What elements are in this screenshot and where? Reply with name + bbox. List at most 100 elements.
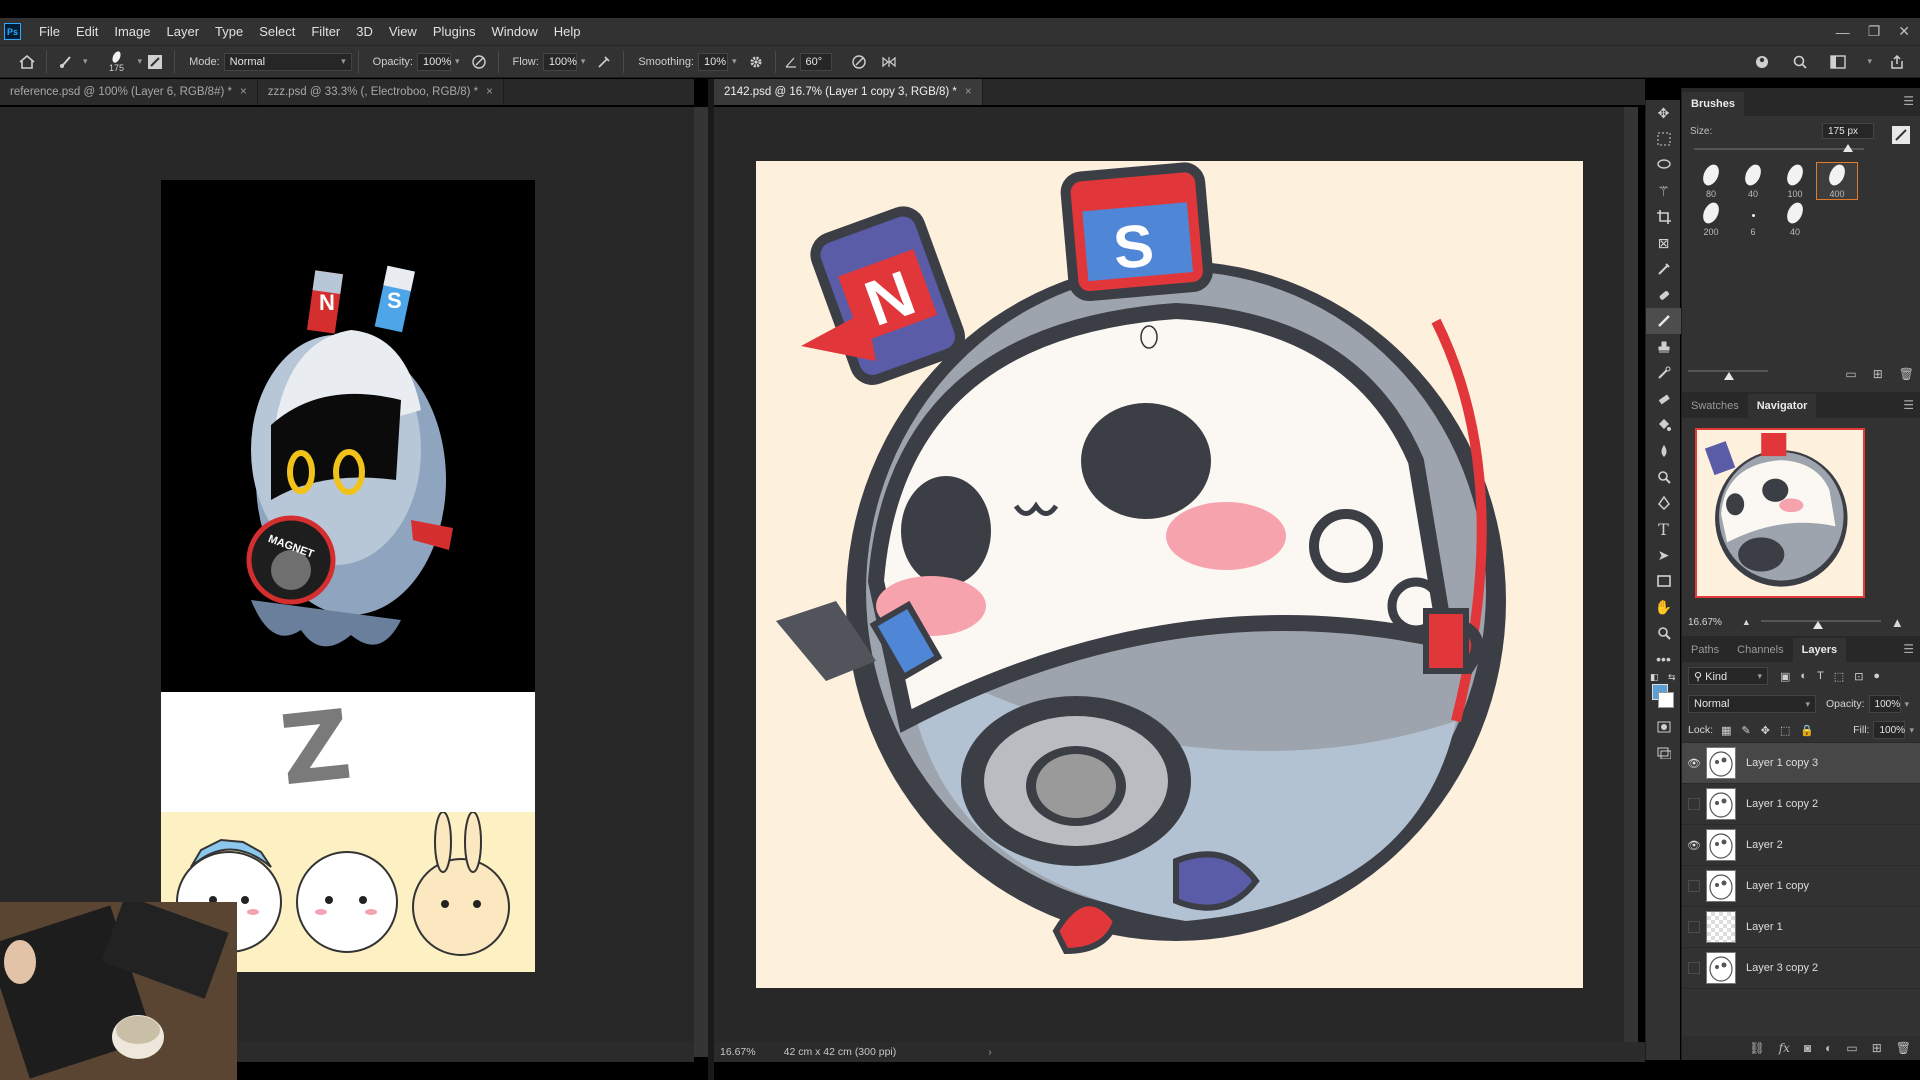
quick-mask-icon[interactable] — [1646, 714, 1681, 740]
filter-pixel-icon[interactable]: ▣ — [1780, 670, 1790, 683]
brush-size-input[interactable]: 175 px — [1822, 123, 1874, 139]
search-icon[interactable] — [1787, 50, 1813, 74]
delete-layer-icon[interactable]: 🗑 — [1896, 1041, 1911, 1055]
zoom-level[interactable]: 16.67% — [720, 1046, 756, 1058]
menu-type[interactable]: Type — [207, 18, 251, 45]
airbrush-icon[interactable] — [591, 50, 617, 74]
home-icon[interactable] — [14, 50, 40, 74]
opacity-input[interactable]: 100% — [417, 52, 451, 71]
blur-tool-icon[interactable] — [1646, 438, 1681, 464]
visibility-toggle[interactable] — [1688, 880, 1700, 892]
brush-size-slider[interactable] — [1690, 140, 1912, 158]
panel-menu-icon[interactable]: ☰ — [1903, 642, 1914, 656]
pen-tool-icon[interactable] — [1646, 490, 1681, 516]
fill-input[interactable]: 100% — [1873, 721, 1906, 739]
layer-row[interactable]: Layer 1 copy — [1682, 866, 1920, 907]
tab-navigator[interactable]: Navigator — [1747, 394, 1817, 418]
workspace-layout-icon[interactable] — [1825, 50, 1851, 74]
default-colors-icon[interactable]: ◧ — [1650, 672, 1659, 683]
tab-2142-psd[interactable]: 2142.psd @ 16.7% (Layer 1 copy 3, RGB/8)… — [714, 79, 983, 105]
panel-menu-icon[interactable]: ☰ — [1903, 398, 1914, 412]
chevron-down-icon[interactable]: ▾ — [1905, 699, 1910, 710]
slider-thumb[interactable] — [1842, 144, 1853, 152]
brush-angle-input[interactable]: 60° — [799, 52, 832, 71]
blend-mode-select[interactable]: Normal ▾ — [1688, 695, 1816, 713]
type-tool-icon[interactable]: T — [1646, 516, 1681, 542]
zoom-in-icon[interactable]: ▲ — [1891, 615, 1904, 630]
chevron-down-icon[interactable]: ▾ — [83, 56, 88, 67]
menu-3d[interactable]: 3D — [348, 18, 381, 45]
lasso-tool-icon[interactable] — [1646, 152, 1681, 178]
magic-wand-icon[interactable]: ⚚ — [1646, 178, 1681, 204]
close-window-button[interactable]: ✕ — [1898, 23, 1910, 40]
visibility-eye-icon[interactable]: 👁 — [1682, 839, 1706, 852]
main-canvas[interactable]: N S — [756, 161, 1583, 988]
minimize-button[interactable]: — — [1836, 24, 1850, 40]
right-vertical-scrollbar[interactable] — [1624, 107, 1638, 1042]
close-tab-icon[interactable]: × — [240, 86, 247, 98]
filter-toggle-icon[interactable]: ● — [1873, 670, 1880, 683]
menu-edit[interactable]: Edit — [68, 18, 106, 45]
chevron-down-icon[interactable]: ▾ — [1867, 56, 1872, 67]
rectangle-tool-icon[interactable] — [1646, 568, 1681, 594]
lock-image-icon[interactable]: ✎ — [1742, 724, 1751, 737]
brush-tool-preset-icon[interactable] — [53, 50, 79, 74]
link-layers-icon[interactable]: ⛓ — [1749, 1041, 1764, 1055]
close-tab-icon[interactable]: × — [486, 86, 493, 98]
chevron-down-icon[interactable]: ▾ — [732, 56, 737, 67]
preview-size-slider[interactable] — [1688, 368, 1768, 380]
panel-menu-icon[interactable]: ☰ — [1903, 94, 1914, 108]
close-tab-icon[interactable]: × — [965, 86, 972, 98]
visibility-toggle[interactable] — [1688, 921, 1700, 933]
more-tools-icon[interactable]: ••• — [1646, 646, 1681, 672]
navigator-zoom-value[interactable]: 16.67% — [1688, 617, 1722, 628]
brush-preset-picker[interactable]: 175 — [100, 49, 134, 73]
navigator-zoom-slider[interactable] — [1760, 617, 1881, 629]
restore-button[interactable]: ❐ — [1868, 23, 1881, 40]
smoothing-settings-gear-icon[interactable] — [743, 50, 769, 74]
brush-preset[interactable]: 400 — [1816, 162, 1858, 200]
history-brush-icon[interactable] — [1646, 360, 1681, 386]
tab-reference-psd[interactable]: reference.psd @ 100% (Layer 6, RGB/8#) *… — [0, 79, 258, 105]
layer-row[interactable]: Layer 1 copy 2 — [1682, 784, 1920, 825]
navigator-preview[interactable] — [1695, 428, 1865, 598]
menu-window[interactable]: Window — [483, 18, 545, 45]
eraser-icon[interactable] — [1646, 386, 1681, 412]
lock-artboard-icon[interactable]: ⬚ — [1780, 724, 1790, 737]
marquee-tool-icon[interactable] — [1646, 126, 1681, 152]
lock-all-icon[interactable]: 🔒 — [1800, 724, 1814, 737]
delete-brush-icon[interactable]: 🗑 — [1899, 367, 1914, 381]
flow-input[interactable]: 100% — [542, 52, 577, 71]
new-group-icon[interactable]: ▭ — [1846, 1041, 1857, 1055]
menu-view[interactable]: View — [381, 18, 425, 45]
brush-preset[interactable]: 200 — [1690, 200, 1732, 238]
clone-stamp-icon[interactable] — [1646, 334, 1681, 360]
dodge-tool-icon[interactable] — [1646, 464, 1681, 490]
menu-plugins[interactable]: Plugins — [425, 18, 484, 45]
layer-opacity-input[interactable]: 100% — [1868, 695, 1901, 713]
visibility-toggle[interactable] — [1688, 962, 1700, 974]
zoom-out-icon[interactable]: ▲ — [1742, 617, 1751, 627]
healing-brush-icon[interactable] — [1646, 282, 1681, 308]
tab-brushes[interactable]: Brushes — [1682, 92, 1745, 116]
paint-bucket-icon[interactable] — [1646, 412, 1681, 438]
add-mask-icon[interactable]: ◙ — [1804, 1041, 1811, 1055]
menu-image[interactable]: Image — [106, 18, 158, 45]
smoothing-input[interactable]: 10% — [698, 52, 728, 71]
brush-settings-panel-icon[interactable] — [142, 50, 168, 74]
lock-position-icon[interactable]: ✥ — [1761, 724, 1770, 737]
hand-tool-icon[interactable]: ✋ — [1646, 594, 1681, 620]
tab-paths[interactable]: Paths — [1682, 638, 1728, 662]
cloud-user-icon[interactable] — [1749, 50, 1775, 74]
status-arrow-icon[interactable]: › — [988, 1046, 992, 1058]
brush-preset[interactable]: 40 — [1774, 200, 1816, 238]
new-brush-icon[interactable]: ⊞ — [1873, 367, 1883, 381]
tab-channels[interactable]: Channels — [1728, 638, 1792, 662]
main-document-area[interactable]: N S — [714, 107, 1624, 1042]
filter-type-icon[interactable]: T — [1817, 670, 1824, 683]
chevron-down-icon[interactable]: ▾ — [581, 56, 586, 67]
chevron-down-icon[interactable]: ▾ — [1909, 725, 1914, 736]
layer-row[interactable]: Layer 1 — [1682, 907, 1920, 948]
eyedropper-icon[interactable] — [1646, 256, 1681, 282]
brush-preset[interactable]: 6 — [1732, 200, 1774, 238]
